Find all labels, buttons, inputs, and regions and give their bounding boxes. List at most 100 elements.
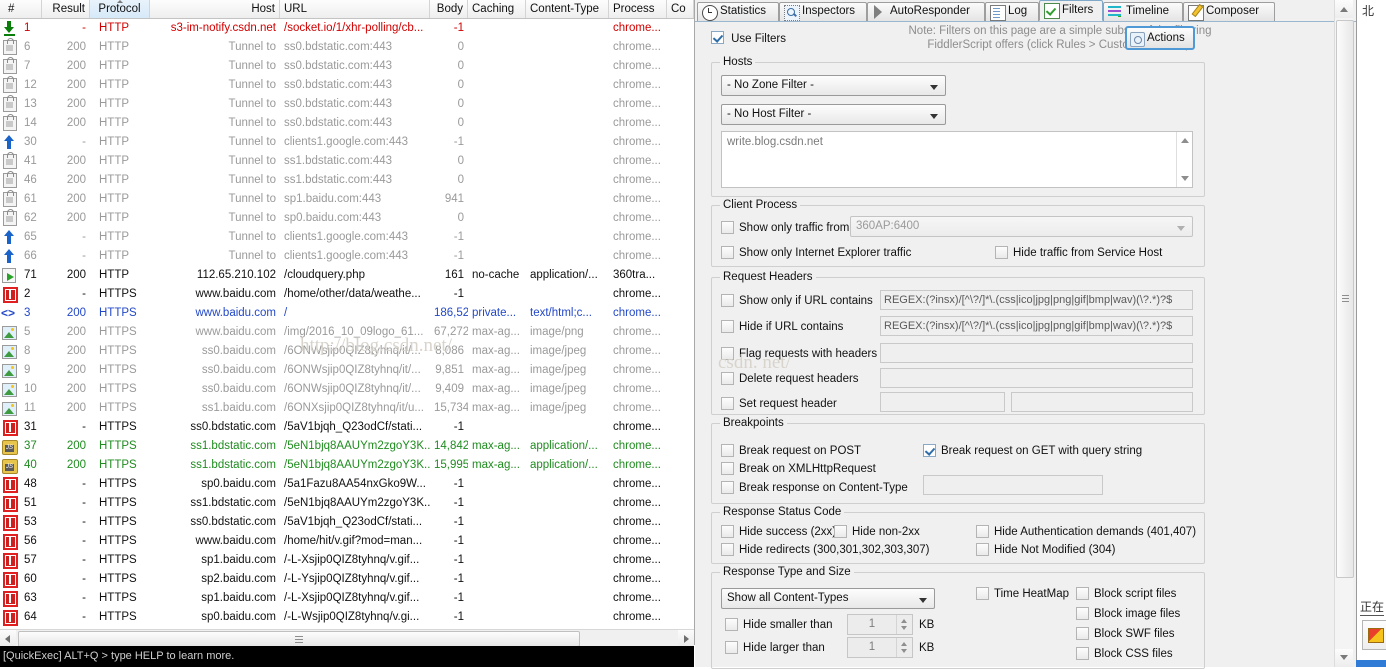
session-list[interactable]: # Result Protocol Host URL Body Caching Content…: [0, 0, 695, 667]
show-only-url-contains-input[interactable]: REGEX:(?insx)/[^\?/]*\.(css|ico|jpg|png|…: [880, 290, 1193, 310]
hscroll-right-button[interactable]: [678, 630, 694, 646]
chevron-down-icon[interactable]: [1181, 176, 1189, 181]
break-response-ctype-input[interactable]: [923, 475, 1103, 495]
table-row[interactable]: 62 200 HTTP Tunnel to sp0.baidu.com:443 0 chro…: [0, 209, 694, 228]
use-filters-checkbox[interactable]: [711, 31, 724, 44]
chevron-up-icon[interactable]: [1181, 138, 1189, 143]
column-header-result[interactable]: Result: [42, 0, 90, 18]
table-row[interactable]: 7 200 HTTP Tunnel to ss0.bdstatic.com:443 0 ch…: [0, 57, 694, 76]
table-row[interactable]: 30 - HTTP Tunnel to clients1.google.com:443 -…: [0, 133, 694, 152]
session-list-hscrollbar[interactable]: [0, 629, 694, 647]
table-row[interactable]: 57 - HTTPS sp1.baidu.com /-L-Xsjip0QIZ8tyhnq…: [0, 551, 694, 570]
break-request-post-checkbox[interactable]: [721, 444, 734, 457]
chevron-up-icon[interactable]: [901, 642, 907, 646]
tab-strip[interactable]: Statistics Inspectors AutoResponder Log Filt…: [695, 0, 1356, 22]
break-response-ctype-checkbox[interactable]: [721, 481, 734, 494]
use-filters-row[interactable]: Use Filters: [711, 31, 786, 46]
show-only-traffic-from-checkbox[interactable]: [721, 221, 734, 234]
block-image-checkbox[interactable]: [1076, 607, 1089, 620]
zone-filter-combo[interactable]: - No Zone Filter -: [721, 75, 946, 96]
table-row[interactable]: 64 - HTTPS sp0.baidu.com /-L-Wsjip0QIZ8tyhnq…: [0, 608, 694, 627]
block-swf-checkbox[interactable]: [1076, 627, 1089, 640]
set-request-header-checkbox[interactable]: [721, 397, 734, 410]
chevron-down-icon[interactable]: [901, 649, 907, 653]
table-row[interactable]: 13 200 HTTP Tunnel to ss0.bdstatic.com:443 0 c…: [0, 95, 694, 114]
hide-smaller-checkbox[interactable]: [725, 618, 738, 631]
hide-larger-stepper-buttons[interactable]: [896, 638, 912, 657]
hide-smaller-stepper[interactable]: 1: [847, 614, 913, 635]
hide-larger-stepper[interactable]: 1: [847, 637, 913, 658]
quickexec-bar[interactable]: [QuickExec] ALT+Q > type HELP to learn m…: [0, 646, 694, 667]
column-header-co[interactable]: Co: [667, 0, 694, 18]
table-row[interactable]: 1 - HTTP s3-im-notify.csdn.net/socket.io/1/…: [0, 19, 694, 38]
tab-autoresponder[interactable]: AutoResponder: [867, 2, 985, 21]
table-row[interactable]: 6 200 HTTP Tunnel to ss0.bdstatic.com:443 0 ch…: [0, 38, 694, 57]
chevron-up-icon[interactable]: [901, 619, 907, 623]
column-header--[interactable]: #: [4, 0, 42, 18]
set-request-header-name-input[interactable]: [880, 392, 1005, 412]
table-row[interactable]: 65 - HTTP Tunnel to clients1.google.com:443 -…: [0, 228, 694, 247]
flag-requests-input[interactable]: [880, 343, 1193, 363]
set-request-header-value-input[interactable]: [1011, 392, 1193, 412]
table-row[interactable]: 48 - HTTPS sp0.baidu.com/5a1Fazu8AA54nxGko9…: [0, 475, 694, 494]
table-row[interactable]: 5 200 HTTPS www.baidu.com/img/2016_10_09log…: [0, 323, 694, 342]
hscroll-left-button[interactable]: [0, 630, 16, 646]
hide-redirects-checkbox[interactable]: [721, 543, 734, 556]
column-header-host[interactable]: Host: [150, 0, 280, 18]
vscroll-down-button[interactable]: [1335, 649, 1353, 667]
table-row[interactable]: 8 200 HTTPS ss0.baidu.com/6ONWsjip0QIZ8tyhn…: [0, 342, 694, 361]
hide-service-host-checkbox[interactable]: [995, 246, 1008, 259]
hide-if-url-contains-checkbox[interactable]: [721, 320, 734, 333]
block-script-checkbox[interactable]: [1076, 587, 1089, 600]
table-row[interactable]: 10 200 HTTPS ss0.baidu.com/6ONWsjip0QIZ8tyh…: [0, 380, 694, 399]
table-row[interactable]: 61 200 HTTP Tunnel to sp1.baidu.com:443 941 ch…: [0, 190, 694, 209]
tab-composer[interactable]: Composer: [1183, 2, 1275, 21]
actions-button[interactable]: Actions: [1125, 26, 1195, 50]
vscroll-thumb[interactable]: [1336, 20, 1354, 578]
tab-inspectors[interactable]: Inspectors: [779, 2, 867, 21]
session-rows[interactable]: 1 - HTTP s3-im-notify.csdn.net/socket.io/1/…: [0, 19, 694, 627]
table-row[interactable]: 9 200 HTTPS ss0.baidu.com/6ONWsjip0QIZ8tyhn…: [0, 361, 694, 380]
table-row[interactable]: 60 - HTTPS sp2.baidu.com /-L-Ysjip0QIZ8tyhnq…: [0, 570, 694, 589]
column-header-body[interactable]: Body: [430, 0, 468, 18]
table-row[interactable]: 12 200 HTTP Tunnel to ss0.bdstatic.com:443 0 c…: [0, 76, 694, 95]
tab-filters[interactable]: Filters: [1039, 0, 1103, 21]
content-types-combo[interactable]: Show all Content-Types: [721, 588, 935, 609]
column-header-caching[interactable]: Caching: [468, 0, 526, 18]
table-row[interactable]: 63 - HTTPS sp1.baidu.com /-L-Xsjip0QIZ8tyhnq…: [0, 589, 694, 608]
chevron-down-icon[interactable]: [901, 626, 907, 630]
delete-request-headers-input[interactable]: [880, 368, 1193, 388]
delete-request-headers-checkbox[interactable]: [721, 372, 734, 385]
tab-statistics[interactable]: Statistics: [697, 2, 779, 21]
column-header-protocol[interactable]: Protocol: [90, 0, 150, 18]
table-row[interactable]: 51 - HTTPS ss1.bdstatic.com/5eN1bjq8AAUYm2z…: [0, 494, 694, 513]
table-row[interactable]: 41 200 HTTP Tunnel to ss1.bdstatic.com:443 0 c…: [0, 152, 694, 171]
client-process-combo[interactable]: 360AP:6400: [850, 216, 1193, 237]
break-request-get-checkbox[interactable]: [923, 444, 936, 457]
table-row[interactable]: 53 - HTTPS ss0.bdstatic.com/5aV1bjqh_Q23odC…: [0, 513, 694, 532]
host-list-textarea[interactable]: write.blog.csdn.net: [721, 131, 1193, 188]
hide-success-checkbox[interactable]: [721, 525, 734, 538]
tab-timeline[interactable]: Timeline: [1103, 2, 1183, 21]
host-list-scrollbar[interactable]: [1176, 132, 1192, 187]
hscroll-thumb[interactable]: [18, 631, 580, 647]
hide-smaller-stepper-buttons[interactable]: [896, 615, 912, 634]
hide-non2xx-checkbox[interactable]: [834, 525, 847, 538]
table-row[interactable]: <> 3 200 HTTPS www.baidu.com / 186,522 private.…: [0, 304, 694, 323]
tab-log[interactable]: Log: [985, 2, 1039, 21]
hide-not-modified-checkbox[interactable]: [976, 543, 989, 556]
right-panel-vscrollbar[interactable]: [1334, 0, 1354, 667]
table-row[interactable]: 66 - HTTP Tunnel to clients1.google.com:443 -…: [0, 247, 694, 266]
vscroll-up-button[interactable]: [1335, 0, 1353, 18]
hide-larger-checkbox[interactable]: [725, 641, 738, 654]
table-row[interactable]: 11 200 HTTPS ss1.baidu.com/6ONXsjip0QIZ8tyh…: [0, 399, 694, 418]
block-css-checkbox[interactable]: [1076, 647, 1089, 660]
column-header-process[interactable]: Process: [609, 0, 667, 18]
flag-requests-checkbox[interactable]: [721, 347, 734, 360]
table-row[interactable]: 46 200 HTTP Tunnel to ss1.bdstatic.com:443 0 c…: [0, 171, 694, 190]
show-only-url-contains-checkbox[interactable]: [721, 294, 734, 307]
table-row[interactable]: 2 - HTTPS www.baidu.com/home/other/data/wea…: [0, 285, 694, 304]
background-window[interactable]: [1356, 0, 1386, 667]
table-row[interactable]: JS 37 200 HTTPS ss1.bdstatic.com/5eN1bjq8AAU…: [0, 437, 694, 456]
table-row[interactable]: JS 40 200 HTTPS ss1.bdstatic.com/5eN1bjq8AAU…: [0, 456, 694, 475]
